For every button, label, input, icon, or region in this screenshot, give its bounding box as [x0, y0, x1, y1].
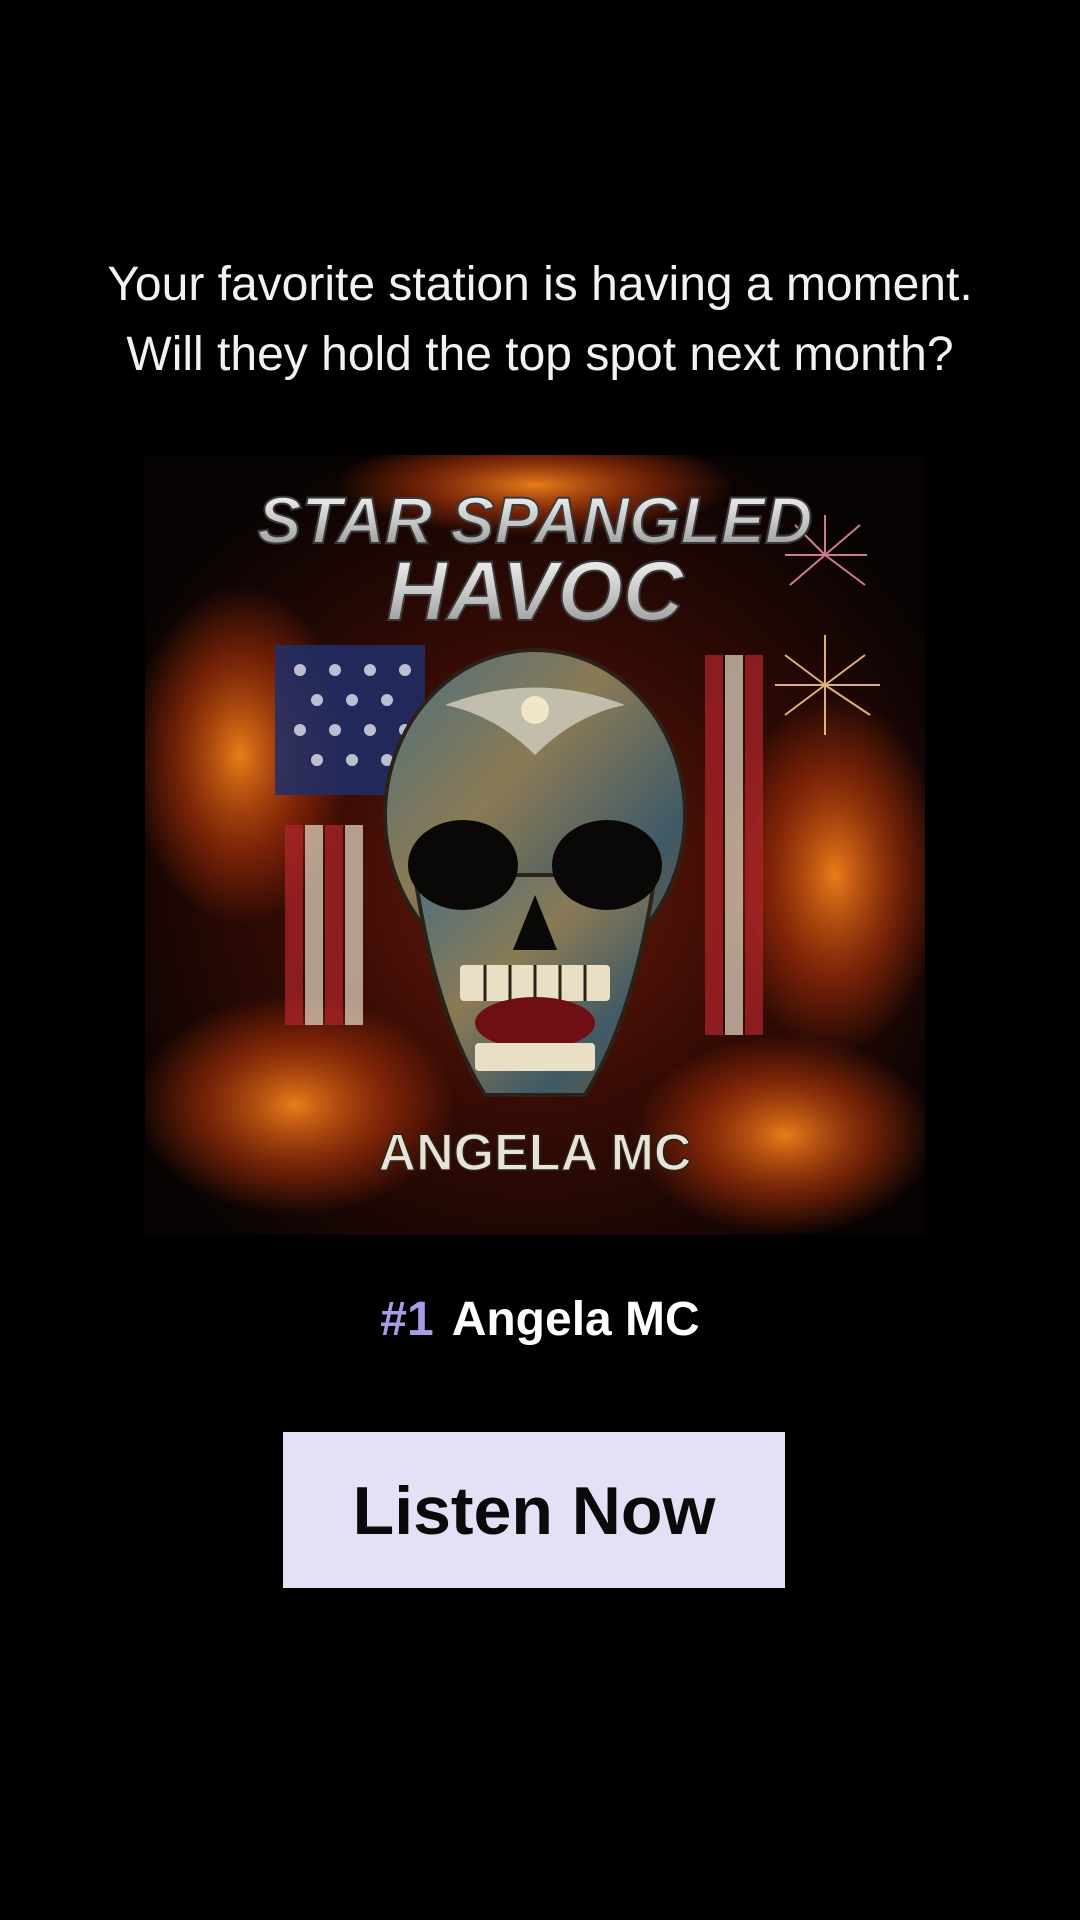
artist-name: Angela MC — [451, 1293, 700, 1346]
ranking: #1 Angela MC — [0, 1290, 1080, 1350]
album-artist-on-cover: ANGELA MC — [379, 1124, 692, 1182]
album-cover: STAR SPANGLED HAVOC ANGELA MC — [145, 455, 925, 1235]
headline: Your favorite station is having a moment… — [0, 250, 1080, 390]
headline-line-2: Will they hold the top spot next month? — [126, 328, 954, 381]
headline-line-1: Your favorite station is having a moment… — [107, 258, 973, 311]
rank-number: #1 — [380, 1293, 434, 1346]
listen-now-button[interactable]: Listen Now — [283, 1432, 785, 1588]
album-title-line-2: HAVOC — [386, 544, 684, 638]
album-cover-art: STAR SPANGLED HAVOC ANGELA MC — [145, 455, 925, 1235]
